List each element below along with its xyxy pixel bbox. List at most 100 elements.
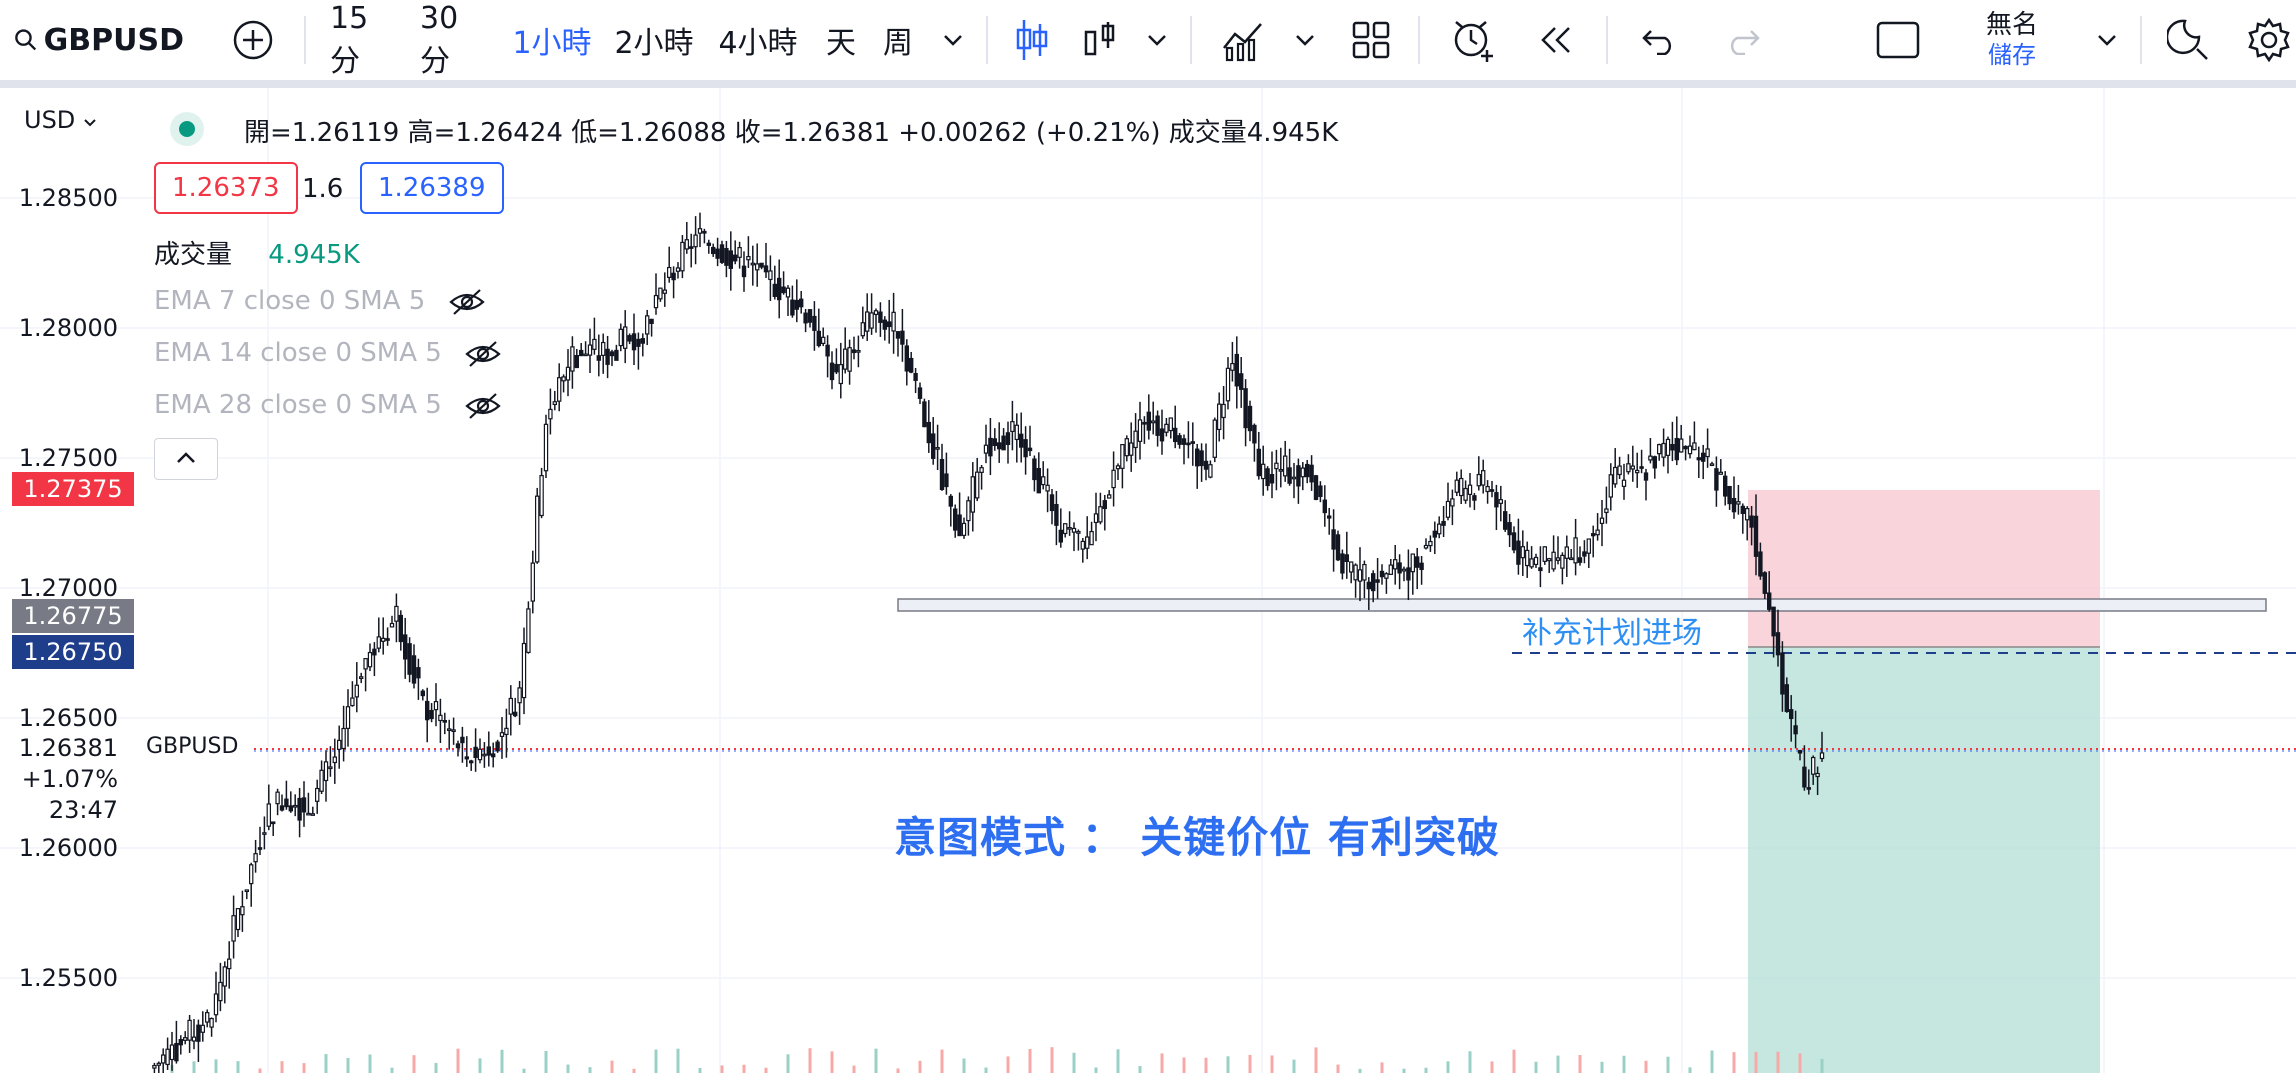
layout-dropdown[interactable] xyxy=(2092,0,2122,80)
symbol-search-button[interactable]: GBPUSD xyxy=(14,0,184,80)
volume-bar xyxy=(1754,1051,1758,1073)
volume-bar xyxy=(302,1063,306,1073)
sell-price-button[interactable]: 1.26373 xyxy=(154,162,298,214)
headline-annotation[interactable]: 意图模式 ： 关键价位 有利突破 xyxy=(894,804,1500,865)
candle-body xyxy=(596,355,602,361)
interval-week[interactable]: 周 xyxy=(878,0,918,80)
price-tag-planned[interactable]: 1.26750 xyxy=(12,635,134,669)
templates-button[interactable] xyxy=(1346,0,1396,80)
layout-button[interactable] xyxy=(1870,0,1926,80)
undo-button[interactable] xyxy=(1636,0,1682,80)
chart-pane[interactable]: USD 開=1.26119 高=1.26424 低=1.26088 收=1.26… xyxy=(0,88,2296,1073)
candle-body xyxy=(1595,529,1600,536)
quick-search-button[interactable] xyxy=(2164,0,2214,80)
take-profit-zone[interactable] xyxy=(1748,647,2100,1073)
redo-button[interactable] xyxy=(1720,0,1766,80)
candle-body xyxy=(231,915,236,942)
indicator-legend-ema7[interactable]: EMA 7 close 0 SMA 5 xyxy=(154,286,486,316)
volume-bar xyxy=(918,1060,922,1073)
candle-body xyxy=(957,514,962,537)
candle-body xyxy=(1819,752,1825,760)
interval-day[interactable]: 天 xyxy=(822,0,860,80)
volume-legend[interactable]: 成交量 4.945K xyxy=(154,234,360,271)
candle-body xyxy=(1331,529,1336,550)
indicators-dropdown[interactable] xyxy=(1290,0,1320,80)
candle-body xyxy=(486,746,492,756)
candle-body xyxy=(882,319,888,330)
interval-4h[interactable]: 4小時 xyxy=(718,0,798,80)
candle-body xyxy=(240,906,245,916)
candle-body xyxy=(227,958,232,970)
candle-body xyxy=(781,286,786,294)
volume-bar xyxy=(1292,1059,1296,1073)
volume-bar xyxy=(1666,1056,1670,1073)
interval-2h[interactable]: 2小時 xyxy=(614,0,694,80)
price-tag-stop[interactable]: 1.27375 xyxy=(12,472,134,506)
candle-body xyxy=(1340,553,1345,574)
chart-style-dropdown[interactable] xyxy=(1142,0,1172,80)
stop-loss-zone[interactable] xyxy=(1748,490,2100,647)
candle-body xyxy=(1432,530,1437,538)
alert-button[interactable] xyxy=(1446,0,1500,80)
candle-body xyxy=(543,423,549,472)
add-symbol-button[interactable] xyxy=(228,0,278,80)
interval-15m[interactable]: 15分 xyxy=(330,0,396,80)
hidden-eye-icon[interactable] xyxy=(464,340,502,368)
candle-body xyxy=(772,283,778,297)
candle-body xyxy=(1696,457,1701,461)
candle-body xyxy=(1643,472,1649,481)
replay-button[interactable] xyxy=(1532,0,1582,80)
volume-bar xyxy=(610,1060,614,1073)
volume-bar xyxy=(874,1048,878,1073)
candle-body xyxy=(469,760,474,764)
candle-body xyxy=(328,766,333,770)
settings-button[interactable] xyxy=(2244,0,2294,80)
candle-body xyxy=(222,966,227,987)
candle-body xyxy=(191,1036,197,1042)
volume-bar xyxy=(1160,1053,1164,1073)
collapse-legend-button[interactable] xyxy=(154,438,218,480)
interval-dropdown[interactable] xyxy=(938,0,968,80)
candle-body xyxy=(1753,515,1759,557)
candles-style-button[interactable] xyxy=(1012,0,1052,80)
bar-style-icon xyxy=(1084,22,1115,56)
candle-body xyxy=(627,335,632,342)
candle-body xyxy=(152,1064,157,1069)
candle-body xyxy=(1348,561,1354,573)
candle-body xyxy=(1652,456,1657,469)
candle-body xyxy=(592,338,597,350)
volume-bars xyxy=(170,1047,1824,1073)
candle-body xyxy=(671,272,676,281)
indicator-legend-ema14[interactable]: EMA 14 close 0 SMA 5 xyxy=(154,338,502,368)
candle-body xyxy=(1208,464,1213,478)
candle-body xyxy=(420,690,426,697)
indicator-legend-ema28[interactable]: EMA 28 close 0 SMA 5 xyxy=(154,390,502,420)
candle-body xyxy=(1656,444,1662,455)
buy-price-button[interactable]: 1.26389 xyxy=(360,162,504,214)
price-tag-entry[interactable]: 1.26775 xyxy=(12,599,134,633)
layout-name-button[interactable]: 無名 儲存 xyxy=(1972,0,2052,80)
candle-body xyxy=(323,761,329,782)
volume-bar xyxy=(1732,1052,1736,1073)
volume-bar xyxy=(1622,1055,1626,1073)
chevron-down-icon xyxy=(944,35,962,46)
price-tick: 1.26500 xyxy=(18,704,118,732)
volume-bar xyxy=(280,1061,284,1073)
currency-selector[interactable]: USD xyxy=(24,106,97,134)
hidden-eye-icon[interactable] xyxy=(464,392,502,420)
hidden-eye-icon[interactable] xyxy=(448,288,486,316)
candle-body xyxy=(337,739,342,750)
candle-body xyxy=(992,438,998,447)
bar-style-button[interactable] xyxy=(1080,0,1120,80)
interval-1h[interactable]: 1小時 xyxy=(512,0,592,80)
indicators-button[interactable] xyxy=(1218,0,1268,80)
candle-body xyxy=(1344,554,1349,563)
candle-body xyxy=(900,330,905,345)
candle-body xyxy=(961,522,967,536)
entry-note-text[interactable]: 补充计划进场 xyxy=(1522,608,1702,652)
market-status-indicator[interactable] xyxy=(170,112,204,146)
candle-body xyxy=(741,265,747,278)
interval-30m[interactable]: 30分 xyxy=(420,0,486,80)
candle-body xyxy=(618,328,624,347)
candle-body xyxy=(825,344,830,357)
